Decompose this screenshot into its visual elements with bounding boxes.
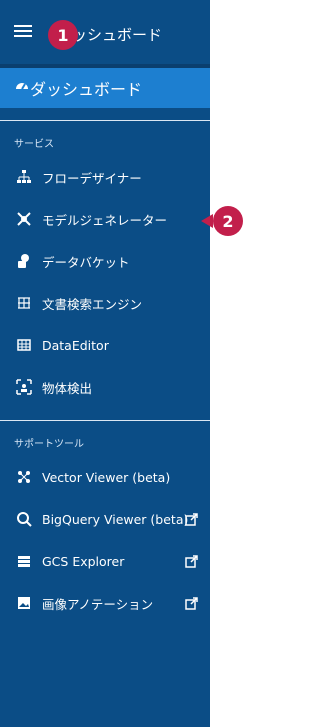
external-link-icon[interactable] — [185, 595, 198, 614]
flow-designer-icon — [14, 167, 34, 187]
gcs-icon — [14, 551, 34, 571]
sidebar-item-document-search[interactable]: 文書検索エンジン — [0, 282, 210, 324]
sidebar-item-bigquery-viewer[interactable]: BigQuery Viewer (beta) — [0, 498, 210, 540]
sidebar-item-object-detection[interactable]: 物体検出 — [0, 366, 210, 408]
flow-designer-label: フローデザイナー — [42, 170, 142, 186]
header-title: ッシュボード — [72, 26, 163, 44]
sidebar-item-model-generator[interactable]: モデルジェネレーター — [0, 198, 210, 240]
image-annotation-icon — [14, 593, 34, 613]
external-link-icon[interactable] — [185, 553, 198, 572]
model-generator-label: モデルジェネレーター — [42, 212, 168, 228]
external-link-icon[interactable] — [185, 511, 198, 530]
sidebar-item-image-annotation[interactable]: 画像アノテーション — [0, 582, 210, 624]
sidebar-item-data-editor[interactable]: DataEditor — [0, 324, 210, 366]
sidebar-item-gcs-explorer[interactable]: GCS Explorer — [0, 540, 210, 582]
table-icon — [14, 335, 34, 355]
sidebar-header: ッシュボード — [0, 0, 210, 68]
dashboard-label: ダッシュボード — [30, 80, 143, 99]
sidebar-item-flow-designer[interactable]: フローデザイナー — [0, 156, 210, 198]
data-editor-label: DataEditor — [42, 337, 109, 353]
callout-badge-1: 1 — [48, 20, 78, 50]
bigquery-icon — [14, 509, 34, 529]
data-bucket-icon — [14, 251, 34, 271]
menu-icon[interactable] — [14, 22, 32, 40]
object-detection-icon — [14, 377, 34, 397]
document-search-label: 文書検索エンジン — [42, 296, 143, 312]
sidebar-item-vector-viewer[interactable]: Vector Viewer (beta) — [0, 456, 210, 498]
vector-viewer-label: Vector Viewer (beta) — [42, 469, 171, 485]
sidebar: ッシュボード ダッシュボード サービス フローデザイナー モデルジェネレーター … — [0, 0, 210, 727]
dashboard-icon — [14, 78, 30, 98]
callout-badge-2: 2 — [201, 206, 243, 236]
sidebar-item-dashboard[interactable]: ダッシュボード — [0, 68, 210, 108]
section-title-support: サポートツール — [14, 439, 84, 450]
sidebar-item-data-bucket[interactable]: データバケット — [0, 240, 210, 282]
document-search-icon — [14, 293, 34, 313]
object-detection-label: 物体検出 — [42, 380, 93, 396]
image-annotation-label: 画像アノテーション — [42, 596, 154, 612]
data-bucket-label: データバケット — [42, 254, 130, 270]
gcs-explorer-label: GCS Explorer — [42, 553, 125, 569]
model-generator-icon — [14, 209, 34, 229]
section-title-services: サービス — [14, 139, 54, 150]
vector-viewer-icon — [14, 467, 34, 487]
bigquery-viewer-label: BigQuery Viewer (beta) — [42, 511, 189, 527]
